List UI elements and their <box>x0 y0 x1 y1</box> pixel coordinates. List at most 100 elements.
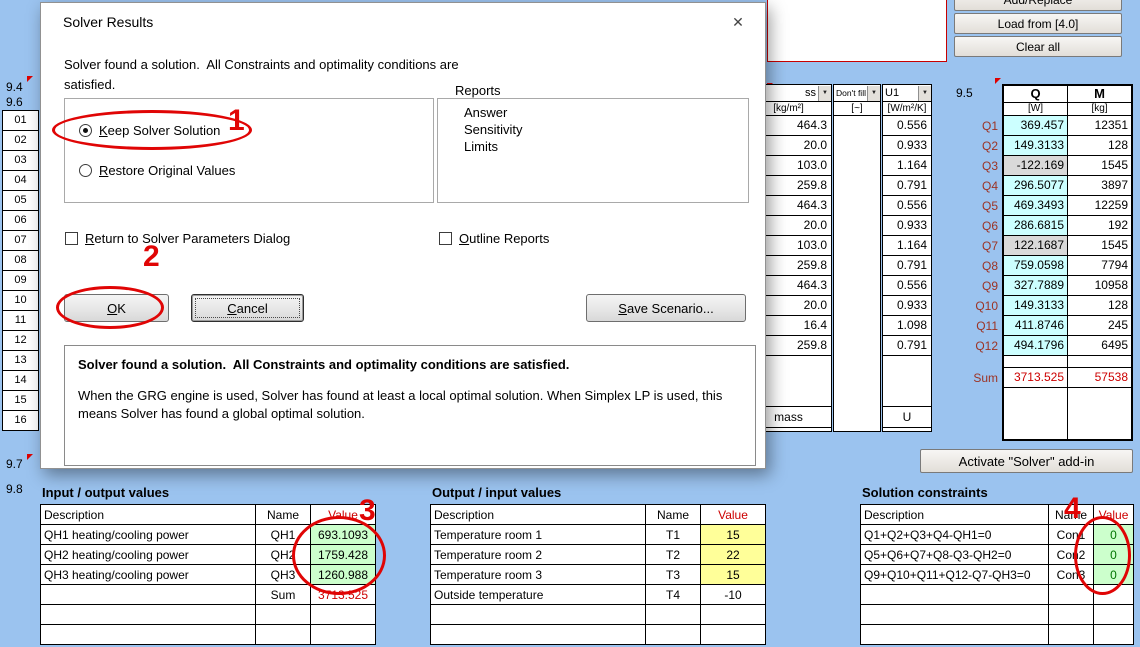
q-value-Q10[interactable]: 149.3133 <box>1004 296 1068 315</box>
u-dropdown-cell[interactable]: U1 ▼ <box>883 85 931 102</box>
cell-name[interactable] <box>256 625 311 645</box>
q-sum-value[interactable]: 3713.525 <box>1004 368 1068 387</box>
cell-name[interactable] <box>1049 625 1094 645</box>
cell-value[interactable] <box>1094 625 1134 645</box>
q-value-Q5[interactable]: 469.3493 <box>1004 196 1068 215</box>
u-value-row-8[interactable]: 0.791 <box>883 256 931 276</box>
cell-description[interactable] <box>861 625 1049 645</box>
dropdown-arrow-icon[interactable]: ▼ <box>867 86 880 101</box>
cell-value[interactable]: 0 <box>1094 565 1134 585</box>
row-header-12[interactable]: 12 <box>2 330 39 351</box>
m-value-Q4[interactable]: 3897 <box>1068 176 1131 195</box>
close-icon[interactable]: ✕ <box>726 11 750 33</box>
cell-value[interactable] <box>1094 605 1134 625</box>
cancel-button[interactable]: Cancel <box>191 294 304 322</box>
cell-name[interactable]: QH3 <box>256 565 311 585</box>
clear-all-button[interactable]: Clear all <box>954 36 1122 57</box>
cell-description[interactable]: Q5+Q6+Q7+Q8-Q3-QH2=0 <box>861 545 1049 565</box>
row-header-13[interactable]: 13 <box>2 350 39 371</box>
q-value-Q12[interactable]: 494.1796 <box>1004 336 1068 355</box>
radio-keep-solver-solution[interactable]: Keep Solver Solution <box>79 123 220 138</box>
cell-value[interactable]: 15 <box>701 565 766 585</box>
cell-name[interactable] <box>646 625 701 645</box>
cell-description[interactable] <box>41 625 256 645</box>
u-label-cell[interactable]: U <box>882 406 932 428</box>
cell-name[interactable]: QH1 <box>256 525 311 545</box>
add-replace-button[interactable]: Add/Replace <box>954 0 1122 11</box>
cell-description[interactable]: Temperature room 3 <box>431 565 646 585</box>
m-value-Q6[interactable]: 192 <box>1068 216 1131 235</box>
activate-solver-addin-button[interactable]: Activate "Solver" add-in <box>920 449 1133 473</box>
row-header-05[interactable]: 05 <box>2 190 39 211</box>
radio-restore-original-values[interactable]: Restore Original Values <box>79 163 235 178</box>
cell-description[interactable] <box>431 625 646 645</box>
row-header-10[interactable]: 10 <box>2 290 39 311</box>
cell-description[interactable]: Temperature room 1 <box>431 525 646 545</box>
m-value-Q10[interactable]: 128 <box>1068 296 1131 315</box>
save-scenario-button[interactable]: Save Scenario... <box>586 294 746 322</box>
cell-description[interactable]: Outside temperature <box>431 585 646 605</box>
row-header-09[interactable]: 09 <box>2 270 39 291</box>
u-value-row-6[interactable]: 0.933 <box>883 216 931 236</box>
cell-value[interactable] <box>311 605 376 625</box>
row-header-04[interactable]: 04 <box>2 170 39 191</box>
m-value-Q7[interactable]: 1545 <box>1068 236 1131 255</box>
fill-dropdown-cell[interactable]: Don't fill ▼ <box>834 85 880 102</box>
report-item-limits[interactable]: Limits <box>438 138 748 155</box>
m-value-Q12[interactable]: 6495 <box>1068 336 1131 355</box>
cell-value[interactable]: 22 <box>701 545 766 565</box>
m-value-Q9[interactable]: 10958 <box>1068 276 1131 295</box>
dropdown-arrow-icon[interactable]: ▼ <box>818 86 831 101</box>
q-value-Q3[interactable]: -122.169 <box>1004 156 1068 175</box>
cell-name[interactable] <box>256 605 311 625</box>
cell-description[interactable]: QH3 heating/cooling power <box>41 565 256 585</box>
cell-description[interactable] <box>41 605 256 625</box>
cell-name[interactable]: Sum <box>256 585 311 605</box>
cell-value[interactable]: 0 <box>1094 545 1134 565</box>
cell-value[interactable] <box>311 625 376 645</box>
row-header-03[interactable]: 03 <box>2 150 39 171</box>
cell-description[interactable] <box>861 585 1049 605</box>
q-value-Q2[interactable]: 149.3133 <box>1004 136 1068 155</box>
cell-name[interactable]: Con3 <box>1049 565 1094 585</box>
row-header-16[interactable]: 16 <box>2 410 39 431</box>
cell-value[interactable] <box>1094 585 1134 605</box>
u-value-row-7[interactable]: 1.164 <box>883 236 931 256</box>
q-value-Q7[interactable]: 122.1687 <box>1004 236 1068 255</box>
row-header-14[interactable]: 14 <box>2 370 39 391</box>
row-header-01[interactable]: 01 <box>2 110 39 131</box>
u-value-row-12[interactable]: 0.791 <box>883 336 931 356</box>
cell-value[interactable]: 15 <box>701 525 766 545</box>
u-value-row-1[interactable]: 0.556 <box>883 116 931 136</box>
cell-name[interactable]: T3 <box>646 565 701 585</box>
cell-value[interactable]: 693.1093 <box>311 525 376 545</box>
q-value-Q8[interactable]: 759.0598 <box>1004 256 1068 275</box>
u-value-row-10[interactable]: 0.933 <box>883 296 931 316</box>
cell-description[interactable]: Temperature room 2 <box>431 545 646 565</box>
m-value-Q5[interactable]: 12259 <box>1068 196 1131 215</box>
cell-value[interactable]: 1260.988 <box>311 565 376 585</box>
cell-name[interactable] <box>1049 585 1094 605</box>
u-value-row-2[interactable]: 0.933 <box>883 136 931 156</box>
m-value-Q1[interactable]: 12351 <box>1068 116 1131 135</box>
row-header-06[interactable]: 06 <box>2 210 39 231</box>
m-sum-value[interactable]: 57538 <box>1068 368 1131 387</box>
cell-description[interactable]: Q1+Q2+Q3+Q4-QH1=0 <box>861 525 1049 545</box>
q-value-Q6[interactable]: 286.6815 <box>1004 216 1068 235</box>
cell-value[interactable]: 0 <box>1094 525 1134 545</box>
cell-value[interactable]: 1759.428 <box>311 545 376 565</box>
cell-description[interactable]: Q9+Q10+Q11+Q12-Q7-QH3=0 <box>861 565 1049 585</box>
u-value-row-4[interactable]: 0.791 <box>883 176 931 196</box>
row-header-15[interactable]: 15 <box>2 390 39 411</box>
q-value-Q4[interactable]: 296.5077 <box>1004 176 1068 195</box>
u-value-row-5[interactable]: 0.556 <box>883 196 931 216</box>
row-header-02[interactable]: 02 <box>2 130 39 151</box>
u-value-row-3[interactable]: 1.164 <box>883 156 931 176</box>
load-from-button[interactable]: Load from [4.0] <box>954 13 1122 34</box>
checkbox-outline-reports[interactable]: Outline Reports <box>439 231 549 246</box>
cell-name[interactable]: T4 <box>646 585 701 605</box>
cell-description[interactable] <box>41 585 256 605</box>
m-value-Q2[interactable]: 128 <box>1068 136 1131 155</box>
cell-name[interactable]: Con2 <box>1049 545 1094 565</box>
cell-name[interactable]: T2 <box>646 545 701 565</box>
